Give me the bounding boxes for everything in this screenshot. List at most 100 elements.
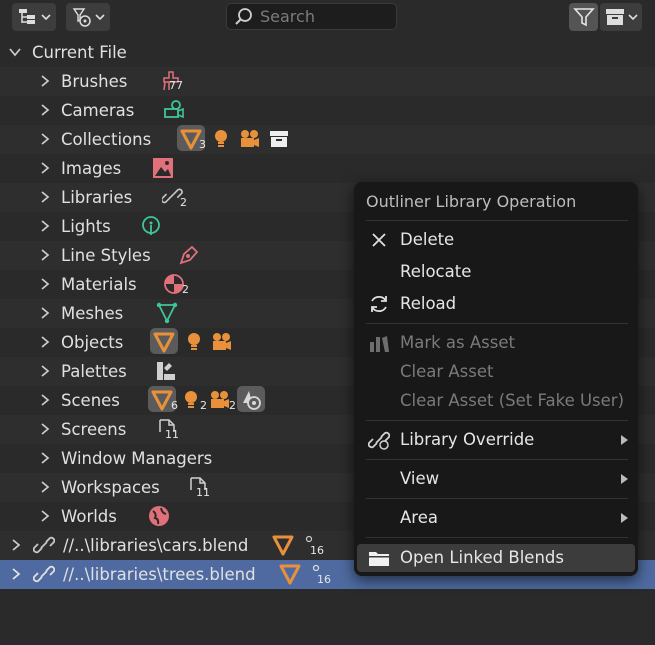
mesh-icon[interactable] [156, 302, 178, 324]
tree-item-label: Window Managers [61, 449, 213, 468]
tree-item-label: Cameras [61, 101, 135, 120]
chevron-right-icon[interactable] [38, 103, 52, 117]
library-filter-icon [72, 8, 91, 27]
chevron-right-icon[interactable] [38, 219, 52, 233]
tree-item-label: Materials [61, 275, 137, 294]
link-icon [33, 536, 55, 554]
tree-item-label: Libraries [61, 188, 133, 207]
scene-icon [243, 391, 261, 410]
menu-item-clear-asset[interactable]: Clear Asset [357, 358, 635, 386]
outliner-header: Search [0, 0, 655, 36]
light-bulb-icon[interactable] [183, 331, 205, 353]
menu-item-label: View [400, 469, 440, 488]
search-input[interactable]: Search [226, 3, 397, 30]
tree-item-label: Images [61, 159, 122, 178]
chevron-right-icon[interactable] [38, 277, 52, 291]
tree-row-collections[interactable]: Collections 3 [0, 125, 655, 154]
library-count: 16 [317, 573, 331, 586]
menu-item-relocate[interactable]: Relocate [357, 258, 635, 286]
chevron-right-icon[interactable] [9, 538, 23, 552]
tree-row-brushes[interactable]: Brushes 77 [0, 67, 655, 96]
workspace-count: 11 [196, 486, 210, 499]
chevron-right-icon[interactable] [38, 364, 52, 378]
archive-box-icon [606, 9, 624, 25]
chevron-right-icon[interactable] [38, 161, 52, 175]
menu-item-mark-as-asset[interactable]: Mark as Asset [357, 329, 635, 357]
link-small-icon [305, 535, 313, 543]
chevron-right-icon[interactable] [38, 422, 52, 436]
chevron-right-icon[interactable] [38, 306, 52, 320]
menu-item-open-linked-blends[interactable]: Open Linked Blends [357, 544, 635, 572]
x-icon [372, 233, 386, 247]
tree-item-label: Screens [61, 420, 127, 439]
filter-options-dropdown[interactable] [66, 3, 110, 31]
menu-separator [366, 323, 628, 324]
camera-icon[interactable] [208, 389, 230, 411]
display-mode-dropdown[interactable] [12, 3, 56, 31]
light-bulb-icon[interactable] [180, 389, 202, 411]
archive-box-icon[interactable] [268, 128, 290, 150]
menu-item-delete[interactable]: Delete [357, 226, 635, 254]
menu-item-reload[interactable]: Reload [357, 290, 635, 318]
chevron-down-icon[interactable] [8, 45, 22, 59]
camera-icon[interactable] [238, 128, 260, 150]
chevron-right-icon[interactable] [38, 132, 52, 146]
search-icon [235, 7, 252, 25]
world-icon[interactable] [148, 505, 170, 527]
menu-item-label: Clear Asset (Set Fake User) [400, 391, 625, 410]
library-path-label: //..\libraries\trees.blend [63, 565, 256, 584]
tree-item-label: Workspaces [61, 478, 160, 497]
chevron-right-icon[interactable] [38, 190, 52, 204]
screen-count: 11 [165, 428, 179, 441]
light-bulb-icon[interactable] [210, 128, 232, 150]
chevron-down-icon [41, 14, 51, 21]
object-triangle-icon[interactable] [279, 563, 301, 585]
chevron-right-icon[interactable] [38, 248, 52, 262]
search-placeholder: Search [260, 7, 315, 26]
menu-item-label: Open Linked Blends [400, 548, 564, 567]
camera-icon[interactable] [210, 331, 232, 353]
chevron-right-icon[interactable] [38, 335, 52, 349]
library-count: 16 [310, 544, 324, 557]
chevron-right-icon[interactable] [38, 451, 52, 465]
menu-item-view[interactable]: View [357, 465, 635, 493]
tree-row-current-file[interactable]: Current File [0, 38, 655, 67]
reload-icon [371, 295, 387, 313]
chevron-right-icon[interactable] [9, 567, 23, 581]
chevron-down-icon [628, 14, 638, 21]
object-triangle-icon[interactable] [272, 534, 294, 556]
new-collection-dropdown[interactable] [600, 3, 642, 31]
image-icon[interactable] [152, 157, 174, 179]
object-triangle-icon [153, 332, 175, 353]
library-count: 2 [180, 196, 187, 209]
filter-button[interactable] [569, 3, 598, 31]
library-path-label: //..\libraries\cars.blend [63, 536, 249, 555]
palette-icon[interactable] [155, 360, 177, 382]
chevron-right-icon[interactable] [38, 74, 52, 88]
menu-separator [366, 420, 628, 421]
object-triangle-icon [151, 390, 173, 411]
tree-row-images[interactable]: Images [0, 154, 655, 183]
tree-item-label: Brushes [61, 72, 128, 91]
menu-item-label: Delete [400, 230, 455, 249]
menu-item-clear-asset-fake-user[interactable]: Clear Asset (Set Fake User) [357, 387, 635, 415]
tree-row-cameras[interactable]: Cameras [0, 96, 655, 125]
light-icon[interactable] [140, 215, 162, 237]
scene-object-count: 6 [171, 399, 178, 412]
menu-separator [366, 498, 628, 499]
menu-separator [366, 537, 628, 538]
chevron-right-icon[interactable] [38, 393, 52, 407]
tree-item-label: Palettes [61, 362, 127, 381]
collection-count: 3 [199, 138, 206, 151]
camera-icon[interactable] [162, 99, 184, 121]
submenu-arrow-icon [621, 513, 628, 523]
linestyle-icon[interactable] [178, 244, 200, 266]
link-icon [33, 565, 55, 583]
chevron-right-icon[interactable] [38, 480, 52, 494]
menu-item-area[interactable]: Area [357, 504, 635, 532]
submenu-arrow-icon [621, 435, 628, 445]
tree-item-label: Objects [61, 333, 124, 352]
chevron-right-icon[interactable] [38, 509, 52, 523]
menu-item-label: Clear Asset [400, 362, 494, 381]
menu-item-library-override[interactable]: Library Override [357, 426, 635, 454]
